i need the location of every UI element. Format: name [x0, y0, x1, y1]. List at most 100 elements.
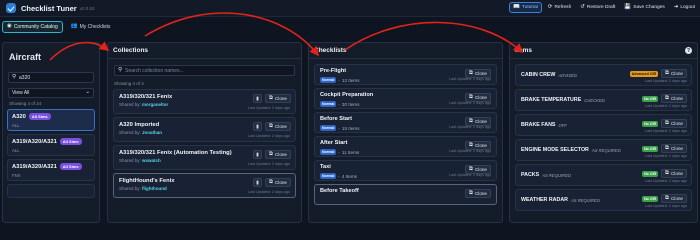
clone-button[interactable]: ⧉ Clone	[265, 94, 291, 103]
item-count-separator: -	[338, 149, 340, 155]
collection-author: flighthound	[142, 186, 167, 191]
toolbar: 📖 Tutorial ⟳ Refresh ↺ Restore Draft 💾 S…	[509, 2, 698, 13]
last-updated: Last Updated: 2 days ago	[644, 179, 687, 183]
clone-button[interactable]: ⧉ Clone	[661, 194, 687, 203]
search-icon: ⚲	[12, 73, 17, 80]
clone-button[interactable]: ⧉ Clone	[661, 94, 687, 103]
normal-badge: Normal	[320, 149, 337, 155]
clone-button[interactable]: ⧉ Clone	[265, 178, 291, 187]
restore-draft-button[interactable]: ↺ Restore Draft	[577, 2, 618, 13]
entry-name: ENGINE MODE SELECTOR	[521, 147, 589, 153]
copy-icon: ⧉	[469, 141, 473, 148]
copy-icon: ⧉	[665, 69, 669, 76]
aircraft-filter-select[interactable]: View All ⌄	[8, 88, 94, 98]
last-updated: Last Updated: 2 days ago	[644, 204, 687, 208]
help-icon[interactable]: ?	[685, 47, 692, 54]
collections-heading: Collections	[108, 43, 301, 59]
checklist-entry[interactable]: ENGINE MODE SELECTOR AS REQUIRED No CIR …	[515, 139, 692, 161]
tutorial-button[interactable]: 📖 Tutorial	[509, 2, 542, 13]
aircraft-item[interactable]: A319/A320/A321 All Sims FNX	[7, 159, 95, 181]
checklist-logo-icon	[6, 3, 16, 13]
document-button[interactable]: ▮	[253, 122, 263, 131]
entry-state: AS REQUIRED	[542, 172, 572, 178]
aircraft-item[interactable]	[7, 184, 95, 198]
clone-button[interactable]: ⧉ Clone	[661, 169, 687, 178]
sims-badge: All Sims	[59, 138, 82, 145]
clone-button[interactable]: ⧉ Clone	[465, 189, 491, 198]
copy-icon: ⧉	[665, 144, 669, 151]
collection-item[interactable]: A319/320/321 Fenix Shared by: morganelto…	[113, 89, 296, 114]
checklist-item[interactable]: Pre-Flight Normal -12 Items ⧉ Clone Last U…	[314, 64, 497, 85]
collection-item[interactable]: A320 Imported Shared by: Jonathan ▮ ⧉ Clo…	[113, 117, 296, 142]
restore-label: Restore Draft	[586, 5, 616, 10]
collection-item[interactable]: A319/320/321 Fenix (Automation Testing) …	[113, 145, 296, 170]
clone-label: Clone	[670, 196, 683, 201]
item-count-separator: -	[338, 173, 340, 179]
collection-search[interactable]: ⚲	[114, 65, 295, 76]
checklist-item-count: 15 Items	[341, 125, 360, 131]
tab-community-catalog[interactable]: ◉ Community Catalog	[2, 21, 63, 33]
clone-button[interactable]: ⧉ Clone	[661, 119, 687, 128]
aircraft-item[interactable]: A319/A320/A321 All Sims ALL	[7, 134, 95, 156]
clone-button[interactable]: ⧉ Clone	[661, 69, 687, 78]
copy-icon: ⧉	[469, 117, 473, 124]
checklist-item-count: 12 Items	[341, 77, 360, 83]
document-button[interactable]: ▮	[253, 94, 263, 103]
clone-label: Clone	[474, 143, 487, 148]
checklist-entry[interactable]: BRAKE FANS OFF No CIR ⧉ Clone Last Update…	[515, 114, 692, 136]
entry-state: ADVISED	[558, 72, 577, 78]
checklist-entry[interactable]: BRAKE TEMPERATURE CHECKED No CIR ⧉ Clone …	[515, 89, 692, 111]
clone-button[interactable]: ⧉ Clone	[265, 150, 291, 159]
shared-prefix: Shared by:	[119, 158, 141, 163]
aircraft-item[interactable]: A320 All Sims ALL	[7, 109, 95, 131]
aircraft-search[interactable]: ⚲	[8, 72, 94, 83]
aircraft-sim: ALL	[12, 123, 20, 128]
copy-icon: ⧉	[469, 69, 473, 76]
items-panel: Items ? CABIN CREW ADVISED Advanced CIR …	[509, 42, 698, 223]
last-updated: Last Updated: 2 days ago	[247, 162, 290, 166]
refresh-label: Refresh	[554, 5, 572, 10]
clone-button[interactable]: ⧉ Clone	[661, 144, 687, 153]
document-icon: ▮	[256, 123, 259, 130]
copy-icon: ⧉	[269, 150, 273, 157]
logout-button[interactable]: ➜ Logout	[671, 2, 698, 13]
nav-tabs: ◉ Community Catalog 👥 My Checklists	[2, 21, 114, 33]
refresh-button[interactable]: ⟳ Refresh	[545, 2, 574, 13]
checklist-entry[interactable]: WEATHER RADAR AS REQUIRED No CIR ⧉ Clone …	[515, 189, 692, 211]
clone-label: Clone	[474, 71, 487, 76]
last-updated: Last Updated: 2 days ago	[247, 190, 290, 194]
clone-label: Clone	[474, 119, 487, 124]
aircraft-filter-value: View All	[12, 90, 30, 96]
entry-name: BRAKE FANS	[521, 122, 556, 128]
entry-state: OFF	[558, 122, 567, 128]
aircraft-search-input[interactable]	[19, 74, 93, 81]
clone-label: Clone	[274, 96, 287, 101]
shared-prefix: Shared by:	[119, 186, 141, 191]
document-button[interactable]: ▮	[253, 178, 263, 187]
collections-count: Showing 4 of 4	[114, 81, 144, 86]
book-icon: 📖	[513, 3, 521, 10]
collection-author: morganeltor	[142, 102, 169, 107]
tab-my-checklists[interactable]: 👥 My Checklists	[67, 21, 115, 33]
clone-button[interactable]: ⧉ Clone	[265, 122, 291, 131]
checklist-entry[interactable]: CABIN CREW ADVISED Advanced CIR ⧉ Clone L…	[515, 64, 692, 86]
checklist-item[interactable]: Before Takeoff ⧉ Clone	[314, 184, 497, 205]
checklist-item[interactable]: Taxi Normal -4 Items ⧉ Clone Last Updated:…	[314, 160, 497, 181]
last-updated: Last Updated: 2 days ago	[448, 173, 491, 177]
copy-icon: ⧉	[269, 94, 273, 101]
checklist-item[interactable]: After Start Normal -11 Items ⧉ Clone Last …	[314, 136, 497, 157]
checklist-item[interactable]: Before Start Normal -15 Items ⧉ Clone Last…	[314, 112, 497, 133]
copy-icon: ⧉	[665, 169, 669, 176]
checklist-item[interactable]: Cockpit Preparation Normal -30 Items ⧉ Clo…	[314, 88, 497, 109]
checklist-entry[interactable]: PACKS AS REQUIRED No CIR ⧉ Clone Last Upd…	[515, 164, 692, 186]
entry-name: WEATHER RADAR	[521, 197, 568, 203]
cir-badge: Advanced CIR	[629, 70, 659, 77]
copy-icon: ⧉	[269, 122, 273, 129]
clone-label: Clone	[670, 171, 683, 176]
save-changes-button[interactable]: 💾 Save Changes	[621, 2, 667, 13]
aircraft-sim: FNX	[12, 173, 21, 178]
collection-item[interactable]: FlightHound's Fenix Shared by: flighthou…	[113, 173, 296, 198]
collection-search-input[interactable]	[125, 67, 286, 74]
document-button[interactable]: ▮	[253, 150, 263, 159]
checklists-heading: Checklists	[309, 43, 502, 59]
